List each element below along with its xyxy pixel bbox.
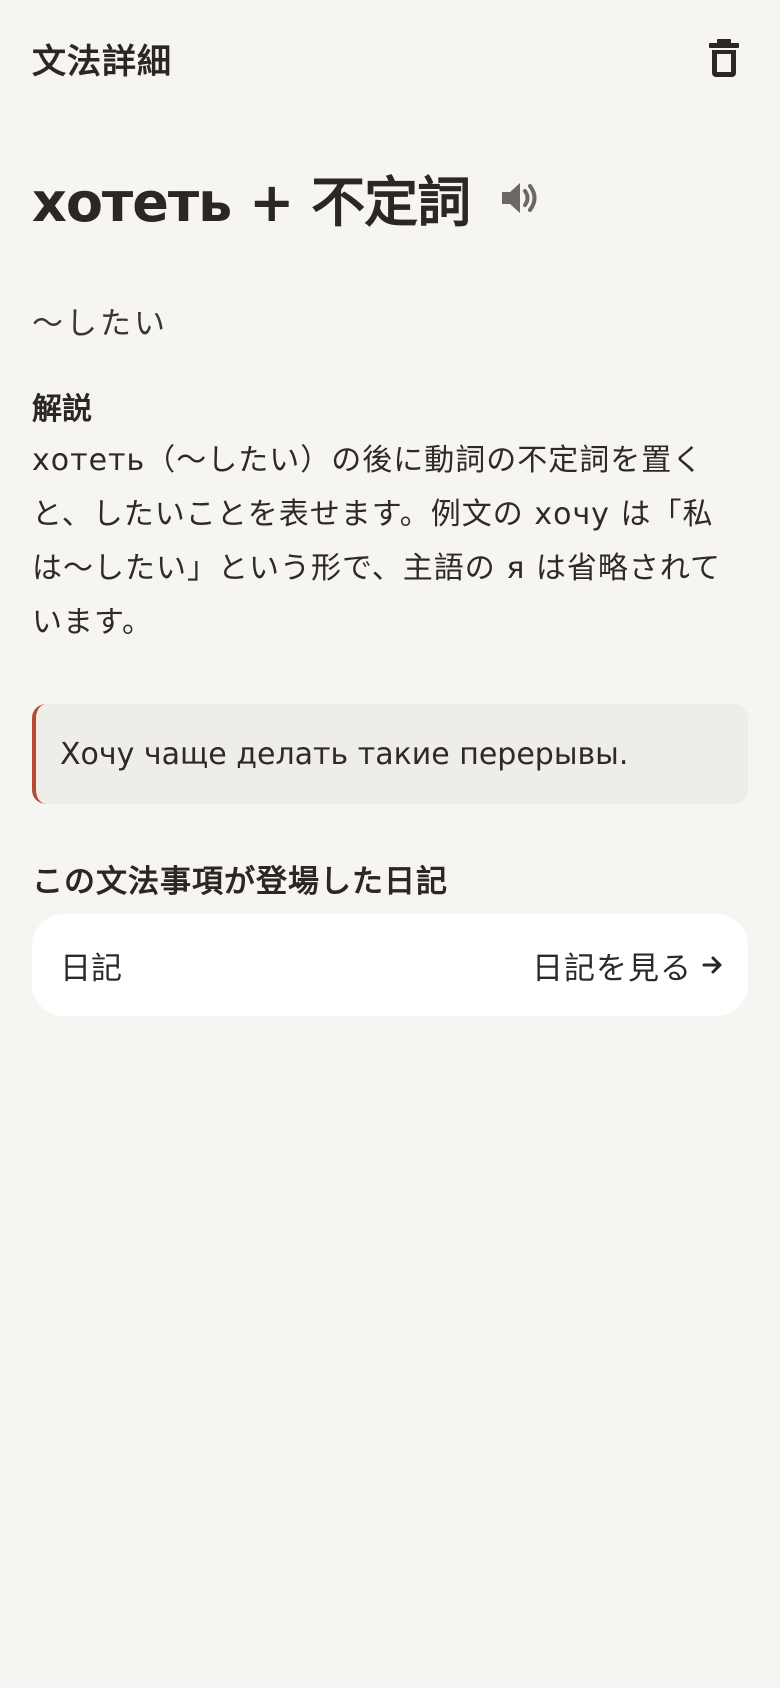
play-audio-button[interactable] bbox=[496, 174, 544, 222]
page-title: 文法詳細 bbox=[32, 41, 172, 82]
example-sentence-box: Хочу чаще делать такие перерывы. bbox=[32, 704, 748, 804]
diary-list-item[interactable]: 日記 日記を見る bbox=[32, 914, 748, 1016]
explanation-label: 解説 bbox=[32, 392, 92, 427]
explanation-text: хотеть（〜したい）の後に動詞の不定詞を置くと、したいことを表せます。例文の… bbox=[32, 443, 722, 640]
speaker-icon bbox=[502, 182, 537, 213]
grammar-title: хотеть + 不定詞 bbox=[32, 171, 471, 234]
example-sentence: Хочу чаще делать такие перерывы. bbox=[60, 736, 629, 772]
arrow-right-icon bbox=[702, 954, 724, 976]
grammar-title-row: хотеть + 不定詞 bbox=[32, 158, 544, 237]
delete-button[interactable] bbox=[700, 34, 748, 82]
appearances-heading: この文法事項が登場した日記 bbox=[32, 864, 448, 900]
grammar-meaning: 〜したい bbox=[32, 306, 168, 342]
view-diary-link[interactable]: 日記を見る bbox=[532, 943, 724, 988]
app-header: 文法詳細 bbox=[32, 30, 748, 86]
view-diary-label: 日記を見る bbox=[532, 950, 692, 987]
diary-name: 日記 bbox=[60, 950, 122, 987]
trash-icon bbox=[709, 39, 739, 77]
